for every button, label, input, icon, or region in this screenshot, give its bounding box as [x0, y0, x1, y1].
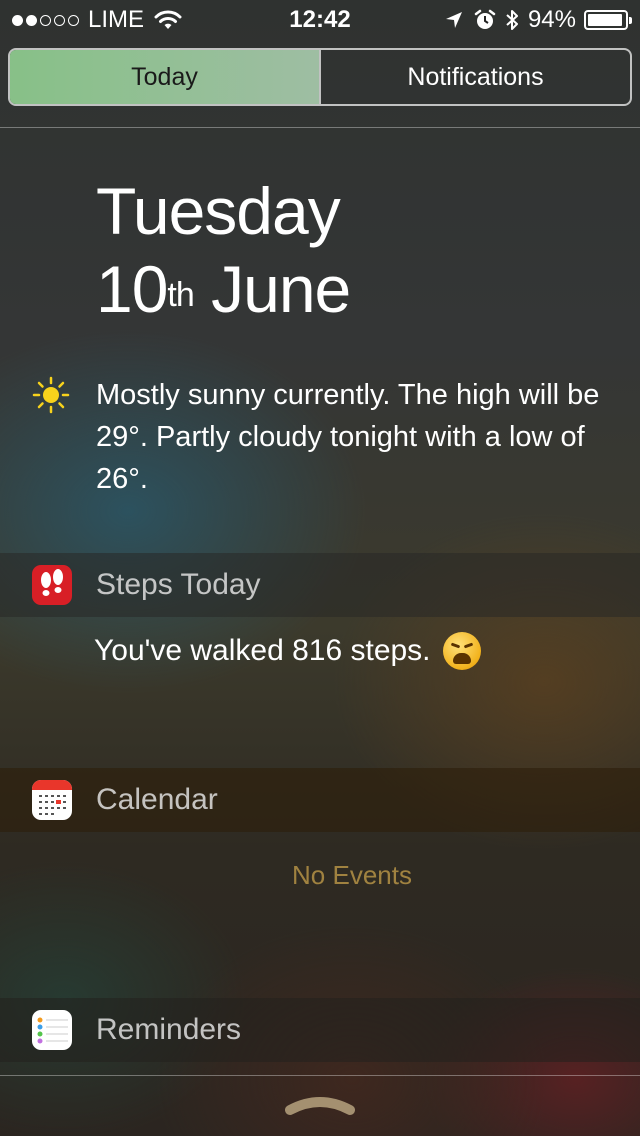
status-right: 94% [444, 6, 632, 34]
bluetooth-icon [506, 10, 518, 30]
emoji-eye [450, 642, 460, 649]
steps-message-row: You've walked 816 steps. [94, 632, 481, 670]
alarm-icon [474, 9, 496, 29]
date-day-suffix: th [167, 276, 194, 314]
reminders-widget-title: Reminders [96, 1013, 242, 1046]
sun-icon [32, 376, 70, 414]
top-divider [0, 127, 640, 128]
tab-today[interactable]: Today [10, 50, 319, 104]
footprints-icon [32, 565, 72, 605]
status-bar: LIME 12:42 94% [0, 0, 640, 40]
date-day-month: 10th June [96, 250, 351, 328]
view-segmented-control: Today Notifications [8, 48, 632, 106]
calendar-icon [32, 780, 72, 820]
date-weekday: Tuesday [96, 174, 341, 248]
emoji-eye [463, 642, 473, 649]
steps-widget-title: Steps Today [96, 568, 261, 601]
battery-level-fill [588, 14, 622, 26]
location-arrow-icon [445, 12, 462, 28]
battery-percent: 94% [527, 6, 576, 33]
reminders-widget-header[interactable]: Reminders [0, 998, 640, 1062]
calendar-widget-header[interactable]: Calendar [0, 768, 640, 832]
date-day: 10 [96, 252, 168, 326]
emoji-mouth [452, 653, 471, 664]
battery-icon [584, 10, 632, 30]
bottom-divider [0, 1075, 640, 1076]
calendar-widget-title: Calendar [96, 783, 218, 816]
close-handle-grabber[interactable] [284, 1092, 356, 1116]
weather-summary: Mostly sunny currently. The high will be… [96, 379, 600, 495]
calendar-empty-text: No Events [292, 860, 412, 890]
date-month: June [211, 252, 351, 326]
steps-widget-header[interactable]: Steps Today [0, 553, 640, 617]
steps-message: You've walked 816 steps. [94, 634, 431, 667]
reminders-icon [32, 1010, 72, 1050]
date-heading: Tuesday 10th June [96, 172, 351, 328]
weary-face-emoji [442, 632, 481, 670]
tab-notifications[interactable]: Notifications [319, 50, 630, 104]
